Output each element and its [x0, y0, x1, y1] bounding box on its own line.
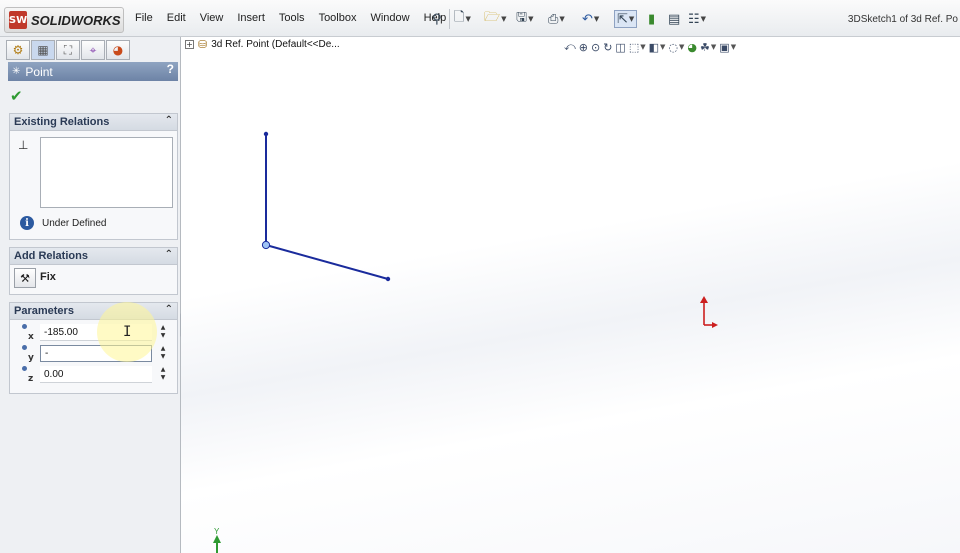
menu-toolbox[interactable]: Toolbox	[312, 12, 364, 24]
rebuild-icon[interactable]: ▮	[648, 10, 655, 28]
undo-icon[interactable]: ↶ ▼	[582, 10, 599, 28]
menu-bar: File Edit View Insert Tools Toolbox Wind…	[128, 12, 453, 24]
solidworks-logo[interactable]: SW SOLIDWORKS	[4, 7, 124, 33]
ok-check-icon[interactable]: ✔	[10, 87, 23, 105]
print-icon[interactable]: ⎙ ▼	[548, 10, 565, 28]
y-spinner[interactable]: ▲ ▼	[158, 345, 168, 362]
add-relations-group: Add Relations ⌃ ⚒ Fix	[9, 247, 178, 295]
parameter-row-z: z ▲▼	[20, 366, 175, 384]
status-row: i Under Defined	[20, 216, 106, 230]
add-relations-header[interactable]: Add Relations ⌃	[10, 248, 177, 265]
point-icon: ✳	[12, 66, 21, 77]
sketch-origin	[700, 296, 718, 328]
triad-y-label: Y	[214, 527, 220, 536]
menu-tools[interactable]: Tools	[272, 12, 312, 24]
menu-edit[interactable]: Edit	[160, 12, 193, 24]
panel-tabs: ⚙ ▦ ⛶ ⌖ ◕	[6, 40, 130, 60]
feature-manager-tab[interactable]: ⚙	[6, 40, 30, 60]
graphics-area[interactable]: + ⛁ 3d Ref. Point (Default<<De... ⤺ ⊕ ⊙ …	[181, 37, 960, 553]
toolbar-separator	[449, 9, 450, 29]
options-icon[interactable]: ☷ ▼	[688, 10, 706, 28]
x-spinner[interactable]: ▲ ▼	[158, 324, 168, 341]
property-manager-title: ✳ Point ?	[8, 62, 178, 81]
new-document-icon[interactable]: 🗋 ▼	[454, 10, 471, 28]
save-icon[interactable]: 🖫 ▼	[516, 10, 533, 28]
open-icon[interactable]: 🗁 ▼	[484, 10, 507, 28]
display-manager-tab[interactable]: ◕	[106, 40, 130, 60]
fix-relation-label[interactable]: Fix	[40, 271, 56, 283]
add-relations-title: Add Relations	[14, 250, 88, 262]
solidworks-logo-mark: SW	[9, 11, 27, 29]
sketch-canvas: Y	[213, 131, 718, 553]
menu-view[interactable]: View	[193, 12, 231, 24]
existing-relations-title: Existing Relations	[14, 116, 110, 128]
info-icon: i	[20, 216, 34, 230]
definition-status: Under Defined	[42, 217, 107, 229]
fix-relation-icon[interactable]: ⚒	[14, 268, 36, 288]
collapse-icon[interactable]: ⌃	[165, 249, 173, 260]
pin-icon[interactable]: ⚲	[432, 10, 442, 28]
perpendicular-relation-icon: ⊥	[18, 138, 29, 152]
collapse-icon[interactable]: ⌃	[165, 304, 173, 315]
title-toolbar: SW SOLIDWORKS File Edit View Insert Tool…	[0, 0, 960, 37]
relations-list[interactable]	[40, 137, 173, 208]
z-coordinate-field[interactable]	[40, 366, 152, 383]
reference-triad: Y	[213, 527, 221, 553]
sketch-lines	[261, 131, 391, 282]
document-title: 3DSketch1 of 3d Ref. Po	[847, 14, 958, 25]
brand-name: SOLIDWORKS	[31, 12, 121, 28]
text-cursor-icon: I	[123, 324, 132, 340]
select-icon[interactable]: ⇱ ▼	[614, 10, 638, 28]
sketch-endpoint[interactable]	[263, 131, 269, 137]
menu-file[interactable]: File	[128, 12, 160, 24]
selected-point[interactable]	[261, 240, 271, 250]
configuration-manager-tab[interactable]: ⛶	[56, 40, 80, 60]
property-manager-panel: ⚙ ▦ ⛶ ⌖ ◕ ✳ Point ? ✔ Existing Relations…	[0, 37, 181, 553]
menu-insert[interactable]: Insert	[230, 12, 272, 24]
help-button[interactable]: ?	[167, 62, 174, 76]
z-spinner[interactable]: ▲ ▼	[158, 366, 168, 383]
existing-relations-header[interactable]: Existing Relations ⌃	[10, 114, 177, 131]
sketch-line-diagonal[interactable]	[265, 244, 389, 280]
collapse-icon[interactable]: ⌃	[165, 115, 173, 126]
dimxpert-tab[interactable]: ⌖	[81, 40, 105, 60]
menu-window[interactable]: Window	[363, 12, 416, 24]
parameters-title: Parameters	[14, 305, 74, 317]
panel-title-label: Point	[25, 64, 53, 79]
file-properties-icon[interactable]: ▤	[668, 10, 680, 28]
property-manager-tab[interactable]: ▦	[31, 40, 55, 60]
existing-relations-group: Existing Relations ⌃ ⊥ i Under Defined	[9, 113, 178, 240]
sketch-endpoint[interactable]	[385, 276, 391, 282]
